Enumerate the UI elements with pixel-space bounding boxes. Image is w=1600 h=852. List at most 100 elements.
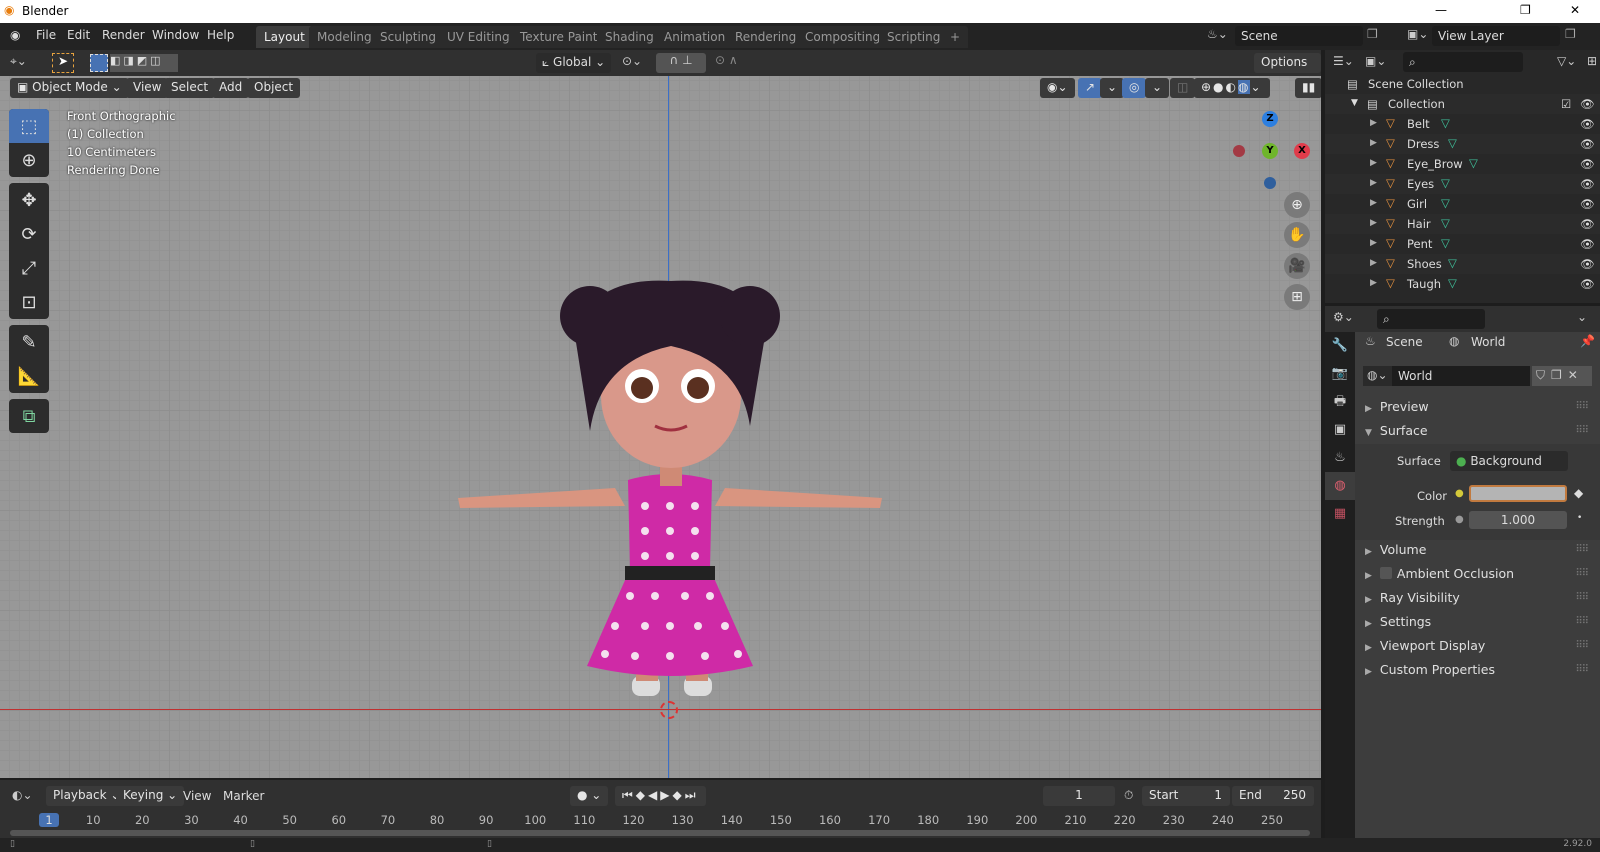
outliner-object-row[interactable]: ▶ ▽ Eyes ▽ 👁	[1325, 174, 1600, 194]
scale-tool-icon[interactable]: ⤢	[9, 251, 49, 285]
restore-button[interactable]: ❐	[1520, 3, 1531, 17]
tab-modeling[interactable]: Modeling	[309, 26, 380, 48]
tab-animation[interactable]: Animation	[656, 26, 734, 48]
overlay-toggle-icon[interactable]: ◎	[1122, 78, 1147, 98]
strength-socket-icon[interactable]: ●	[1455, 514, 1464, 525]
drag-handle-icon[interactable]: ⠿⠿	[1575, 664, 1589, 675]
world-datablock-buttons[interactable]: ⛉❐✕	[1532, 366, 1592, 386]
eye-icon[interactable]: 👁	[1580, 237, 1595, 251]
auto-keying-icon[interactable]: ● ⌄	[570, 786, 609, 806]
outliner-object-row[interactable]: ▶ ▽ Taugh ▽ 👁	[1325, 274, 1600, 294]
transform-tool-icon[interactable]: ⊡	[9, 285, 49, 319]
close-button[interactable]: ✕	[1570, 3, 1580, 17]
cursor-tool-icon[interactable]: ⊕	[9, 143, 49, 177]
collection-row[interactable]: ▼ ▤ Collection ☑ 👁	[1325, 94, 1600, 114]
rotate-tool-icon[interactable]: ⟳	[9, 217, 49, 251]
select-tool-icon[interactable]: ➤	[52, 53, 74, 73]
tab-shading[interactable]: Shading	[597, 26, 662, 48]
outliner-object-row[interactable]: ▶ ▽ Hair ▽ 👁	[1325, 214, 1600, 234]
tab-compositing[interactable]: Compositing	[797, 26, 889, 48]
menu-select[interactable]: Select	[164, 78, 216, 98]
pan-hand-icon[interactable]: ✋	[1284, 222, 1310, 248]
gizmo-y-axis[interactable]: Y	[1262, 143, 1278, 159]
expand-icon[interactable]: ▶	[1370, 218, 1377, 228]
proportional-edit-icon[interactable]: ⊙ ∧	[715, 53, 738, 67]
transform-orientation-dropdown[interactable]: ⟀ Global ⌄	[536, 53, 612, 73]
end-frame-field[interactable]: End 250	[1232, 786, 1314, 806]
mesh-data-icon[interactable]: ▽	[1448, 136, 1457, 150]
keyframe-icon[interactable]: ◆	[1574, 486, 1583, 500]
3d-viewport[interactable]: ▣ Object Mode ⌄ View Select Add Object ◉…	[0, 76, 1321, 778]
select-mode-new-icon[interactable]	[90, 54, 108, 72]
outliner-object-row[interactable]: ▶ ▽ Eye_Brow ▽ 👁	[1325, 154, 1600, 174]
add-workspace-button[interactable]: +	[942, 26, 969, 48]
eye-icon[interactable]: 👁	[1580, 197, 1595, 211]
gizmo-z-axis[interactable]: Z	[1262, 111, 1278, 127]
drag-handle-icon[interactable]: ⠿⠿	[1575, 568, 1589, 579]
menu-edit[interactable]: Edit	[67, 28, 90, 42]
options-chevron-icon[interactable]: ⌄	[1577, 310, 1587, 324]
mesh-data-icon[interactable]: ▽	[1469, 156, 1478, 170]
render-tab-icon[interactable]: 📷	[1325, 360, 1355, 388]
expand-icon[interactable]: ▶	[1370, 178, 1377, 188]
tab-uv-editing[interactable]: UV Editing	[439, 26, 518, 48]
eye-icon[interactable]: 👁	[1580, 217, 1595, 231]
menu-view[interactable]: View	[126, 78, 169, 98]
3d-cursor-icon[interactable]	[660, 701, 678, 719]
editor-type-icon[interactable]: ◐⌄	[12, 788, 33, 802]
select-mode-options-icon[interactable]: ◧◨◩◫	[110, 54, 178, 72]
drag-handle-icon[interactable]: ⠿⠿	[1575, 592, 1589, 603]
new-scene-icon[interactable]: ❐	[1367, 27, 1378, 41]
view-layer-icon[interactable]: ▣⌄	[1407, 27, 1428, 41]
shading-modes[interactable]: ⊕●◐◍⌄	[1194, 78, 1270, 98]
panel-volume[interactable]: ▶ Volume	[1365, 542, 1426, 557]
surface-shader-field[interactable]: ● Background	[1450, 451, 1568, 471]
panel-ray-visibility[interactable]: ▶ Ray Visibility	[1365, 590, 1460, 605]
pin-icon[interactable]: 📌	[1580, 334, 1595, 348]
outliner-search[interactable]: ⌕	[1403, 52, 1523, 72]
eye-icon[interactable]: 👁	[1580, 137, 1595, 151]
panel-viewport-display[interactable]: ▶ Viewport Display	[1365, 638, 1485, 653]
pause-render-icon[interactable]: ▮▮	[1295, 78, 1321, 98]
drag-handle-icon[interactable]: ⠿⠿	[1575, 616, 1589, 627]
tab-texture-paint[interactable]: Texture Paint	[512, 26, 606, 48]
visibility-icon[interactable]: ◉⌄	[1040, 78, 1075, 98]
snap-icon[interactable]: ∩ ⊥	[656, 53, 706, 73]
timeline-scrollbar[interactable]	[10, 830, 1310, 836]
zoom-icon[interactable]: ⊕	[1284, 192, 1310, 218]
start-frame-field[interactable]: Start 1	[1142, 786, 1230, 806]
drag-handle-icon[interactable]: ⠿⠿	[1575, 425, 1589, 436]
mesh-data-icon[interactable]: ▽	[1441, 176, 1450, 190]
mesh-data-icon[interactable]: ▽	[1448, 276, 1457, 290]
world-browse-icon[interactable]: ◍⌄	[1363, 366, 1392, 386]
gizmo-neg-z[interactable]	[1264, 177, 1276, 189]
panel-ambient-occlusion[interactable]: ▶ Ambient Occlusion	[1365, 566, 1514, 581]
view-menu[interactable]: View	[183, 789, 211, 803]
playback-controls[interactable]: ⏮◆◀▶◆⏭	[615, 786, 706, 806]
world-name-field[interactable]: World	[1392, 366, 1530, 386]
new-collection-icon[interactable]: ⊞	[1587, 54, 1597, 68]
texture-tab-icon[interactable]: ▦	[1325, 500, 1355, 528]
stopwatch-icon[interactable]: ⏱	[1124, 788, 1133, 803]
gizmo-dropdown-icon[interactable]: ⌄	[1100, 78, 1125, 98]
tab-sculpting[interactable]: Sculpting	[372, 26, 445, 48]
select-box-tool-icon[interactable]: ⬚	[9, 109, 49, 143]
keyframe-dot-icon[interactable]: •	[1577, 513, 1582, 523]
view-layer-selector[interactable]: View Layer	[1432, 26, 1560, 46]
mesh-data-icon[interactable]: ▽	[1441, 236, 1450, 250]
expand-icon[interactable]: ▶	[1370, 278, 1377, 288]
eye-icon[interactable]: 👁	[1580, 277, 1595, 291]
minimize-button[interactable]: —	[1435, 3, 1447, 17]
mode-dropdown[interactable]: ▣ Object Mode ⌄	[10, 78, 129, 98]
marker-menu[interactable]: Marker	[223, 789, 264, 803]
properties-search[interactable]: ⌕	[1377, 309, 1485, 329]
tab-layout[interactable]: Layout	[256, 26, 313, 48]
drag-handle-icon[interactable]: ⠿⠿	[1575, 401, 1589, 412]
gizmo-x-axis[interactable]: X	[1294, 143, 1310, 159]
outliner-object-row[interactable]: ▶ ▽ Girl ▽ 👁	[1325, 194, 1600, 214]
expand-icon[interactable]: ▶	[1370, 138, 1377, 148]
expand-icon[interactable]: ▶	[1370, 158, 1377, 168]
world-tab-icon[interactable]: ◍	[1325, 472, 1355, 500]
current-frame-indicator[interactable]: 1	[39, 813, 59, 827]
menu-help[interactable]: Help	[207, 28, 234, 42]
